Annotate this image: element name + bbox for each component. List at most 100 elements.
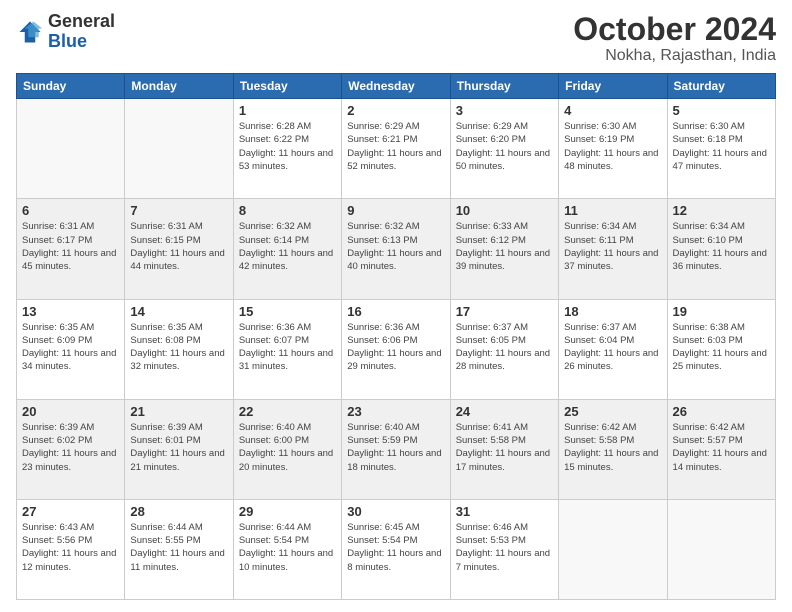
day-info: Sunrise: 6:45 AMSunset: 5:54 PMDaylight:… — [347, 521, 444, 574]
day-number: 29 — [239, 504, 336, 519]
day-number: 20 — [22, 404, 119, 419]
day-info: Sunrise: 6:39 AMSunset: 6:02 PMDaylight:… — [22, 421, 119, 474]
day-number: 19 — [673, 304, 770, 319]
calendar-day-cell: 8Sunrise: 6:32 AMSunset: 6:14 PMDaylight… — [233, 199, 341, 299]
day-header-monday: Monday — [125, 74, 233, 99]
calendar-day-cell: 7 Sunrise: 6:31 AMSunset: 6:15 PMDaylight… — [125, 199, 233, 299]
day-info: Sunrise: 6:28 AMSunset: 6:22 PMDaylight:… — [239, 120, 336, 173]
calendar-day-cell: 5 Sunrise: 6:30 AMSunset: 6:18 PMDaylight… — [667, 99, 775, 199]
day-number: 16 — [347, 304, 444, 319]
day-number: 28 — [130, 504, 227, 519]
calendar-day-cell: 12 Sunrise: 6:34 AMSunset: 6:10 PMDayligh… — [667, 199, 775, 299]
day-number: 21 — [130, 404, 227, 419]
calendar-day-cell: 30Sunrise: 6:45 AMSunset: 5:54 PMDayligh… — [342, 499, 450, 599]
day-info: Sunrise: 6:42 AMSunset: 5:58 PMDaylight:… — [564, 421, 661, 474]
day-number: 13 — [22, 304, 119, 319]
day-number: 3 — [456, 103, 553, 118]
calendar-header-row: SundayMondayTuesdayWednesdayThursdayFrid… — [17, 74, 776, 99]
day-info: Sunrise: 6:36 AMSunset: 6:06 PMDaylight:… — [347, 321, 444, 374]
day-info: Sunrise: 6:46 AMSunset: 5:53 PMDaylight:… — [456, 521, 553, 574]
calendar-day-cell: 29Sunrise: 6:44 AMSunset: 5:54 PMDayligh… — [233, 499, 341, 599]
day-info: Sunrise: 6:42 AMSunset: 5:57 PMDaylight:… — [673, 421, 770, 474]
calendar-day-cell: 1 Sunrise: 6:28 AMSunset: 6:22 PMDaylight… — [233, 99, 341, 199]
day-number: 6 — [22, 203, 119, 218]
calendar-day-cell: 10Sunrise: 6:33 AMSunset: 6:12 PMDayligh… — [450, 199, 558, 299]
calendar-day-cell: 27 Sunrise: 6:43 AMSunset: 5:56 PMDayligh… — [17, 499, 125, 599]
logo: General Blue — [16, 12, 115, 52]
calendar-day-cell: 6 Sunrise: 6:31 AMSunset: 6:17 PMDaylight… — [17, 199, 125, 299]
day-number: 27 — [22, 504, 119, 519]
day-number: 12 — [673, 203, 770, 218]
day-info: Sunrise: 6:32 AMSunset: 6:14 PMDaylight:… — [239, 220, 336, 273]
calendar-day-cell: 13 Sunrise: 6:35 AMSunset: 6:09 PMDayligh… — [17, 299, 125, 399]
day-info: Sunrise: 6:37 AMSunset: 6:04 PMDaylight:… — [564, 321, 661, 374]
day-info: Sunrise: 6:44 AMSunset: 5:55 PMDaylight:… — [130, 521, 227, 574]
calendar-day-cell: 16 Sunrise: 6:36 AMSunset: 6:06 PMDayligh… — [342, 299, 450, 399]
day-info: Sunrise: 6:36 AMSunset: 6:07 PMDaylight:… — [239, 321, 336, 374]
day-info: Sunrise: 6:31 AMSunset: 6:15 PMDaylight:… — [130, 220, 227, 273]
day-info: Sunrise: 6:34 AMSunset: 6:10 PMDaylight:… — [673, 220, 770, 273]
calendar-day-cell — [559, 499, 667, 599]
calendar-day-cell: 25Sunrise: 6:42 AMSunset: 5:58 PMDayligh… — [559, 399, 667, 499]
calendar-day-cell: 15 Sunrise: 6:36 AMSunset: 6:07 PMDayligh… — [233, 299, 341, 399]
day-header-thursday: Thursday — [450, 74, 558, 99]
logo-blue-text: Blue — [48, 31, 87, 51]
day-number: 4 — [564, 103, 661, 118]
calendar-week-row: 1 Sunrise: 6:28 AMSunset: 6:22 PMDaylight… — [17, 99, 776, 199]
day-info: Sunrise: 6:31 AMSunset: 6:17 PMDaylight:… — [22, 220, 119, 273]
header: General Blue October 2024 Nokha, Rajasth… — [16, 12, 776, 65]
day-info: Sunrise: 6:32 AMSunset: 6:13 PMDaylight:… — [347, 220, 444, 273]
day-number: 23 — [347, 404, 444, 419]
day-header-saturday: Saturday — [667, 74, 775, 99]
day-number: 7 — [130, 203, 227, 218]
calendar-day-cell — [667, 499, 775, 599]
day-info: Sunrise: 6:40 AMSunset: 5:59 PMDaylight:… — [347, 421, 444, 474]
day-info: Sunrise: 6:30 AMSunset: 6:19 PMDaylight:… — [564, 120, 661, 173]
calendar-day-cell: 11 Sunrise: 6:34 AMSunset: 6:11 PMDayligh… — [559, 199, 667, 299]
day-info: Sunrise: 6:35 AMSunset: 6:09 PMDaylight:… — [22, 321, 119, 374]
day-number: 5 — [673, 103, 770, 118]
day-number: 11 — [564, 203, 661, 218]
day-number: 1 — [239, 103, 336, 118]
day-number: 14 — [130, 304, 227, 319]
calendar-day-cell: 24Sunrise: 6:41 AMSunset: 5:58 PMDayligh… — [450, 399, 558, 499]
day-number: 9 — [347, 203, 444, 218]
logo-general-text: General — [48, 11, 115, 31]
day-info: Sunrise: 6:30 AMSunset: 6:18 PMDaylight:… — [673, 120, 770, 173]
calendar-day-cell: 3 Sunrise: 6:29 AMSunset: 6:20 PMDaylight… — [450, 99, 558, 199]
day-header-sunday: Sunday — [17, 74, 125, 99]
calendar-day-cell — [125, 99, 233, 199]
day-number: 18 — [564, 304, 661, 319]
calendar-day-cell: 20 Sunrise: 6:39 AMSunset: 6:02 PMDayligh… — [17, 399, 125, 499]
calendar-week-row: 20 Sunrise: 6:39 AMSunset: 6:02 PMDayligh… — [17, 399, 776, 499]
day-info: Sunrise: 6:39 AMSunset: 6:01 PMDaylight:… — [130, 421, 227, 474]
day-info: Sunrise: 6:29 AMSunset: 6:20 PMDaylight:… — [456, 120, 553, 173]
calendar-day-cell: 28 Sunrise: 6:44 AMSunset: 5:55 PMDayligh… — [125, 499, 233, 599]
month-year-title: October 2024 — [573, 12, 776, 47]
calendar-day-cell: 19 Sunrise: 6:38 AMSunset: 6:03 PMDayligh… — [667, 299, 775, 399]
calendar-day-cell: 14Sunrise: 6:35 AMSunset: 6:08 PMDayligh… — [125, 299, 233, 399]
day-info: Sunrise: 6:37 AMSunset: 6:05 PMDaylight:… — [456, 321, 553, 374]
day-number: 15 — [239, 304, 336, 319]
day-number: 17 — [456, 304, 553, 319]
day-header-wednesday: Wednesday — [342, 74, 450, 99]
calendar-week-row: 27 Sunrise: 6:43 AMSunset: 5:56 PMDayligh… — [17, 499, 776, 599]
calendar-week-row: 6 Sunrise: 6:31 AMSunset: 6:17 PMDaylight… — [17, 199, 776, 299]
calendar-day-cell: 26Sunrise: 6:42 AMSunset: 5:57 PMDayligh… — [667, 399, 775, 499]
day-info: Sunrise: 6:34 AMSunset: 6:11 PMDaylight:… — [564, 220, 661, 273]
calendar-day-cell: 18 Sunrise: 6:37 AMSunset: 6:04 PMDayligh… — [559, 299, 667, 399]
calendar-day-cell: 31 Sunrise: 6:46 AMSunset: 5:53 PMDayligh… — [450, 499, 558, 599]
calendar-day-cell: 4 Sunrise: 6:30 AMSunset: 6:19 PMDaylight… — [559, 99, 667, 199]
day-info: Sunrise: 6:43 AMSunset: 5:56 PMDaylight:… — [22, 521, 119, 574]
calendar-day-cell: 22Sunrise: 6:40 AMSunset: 6:00 PMDayligh… — [233, 399, 341, 499]
calendar-day-cell: 2Sunrise: 6:29 AMSunset: 6:21 PMDaylight… — [342, 99, 450, 199]
calendar-table: SundayMondayTuesdayWednesdayThursdayFrid… — [16, 73, 776, 600]
calendar-day-cell: 17 Sunrise: 6:37 AMSunset: 6:05 PMDayligh… — [450, 299, 558, 399]
day-info: Sunrise: 6:38 AMSunset: 6:03 PMDaylight:… — [673, 321, 770, 374]
title-block: October 2024 Nokha, Rajasthan, India — [573, 12, 776, 65]
day-number: 10 — [456, 203, 553, 218]
day-info: Sunrise: 6:40 AMSunset: 6:00 PMDaylight:… — [239, 421, 336, 474]
day-number: 31 — [456, 504, 553, 519]
calendar-day-cell — [17, 99, 125, 199]
day-info: Sunrise: 6:41 AMSunset: 5:58 PMDaylight:… — [456, 421, 553, 474]
